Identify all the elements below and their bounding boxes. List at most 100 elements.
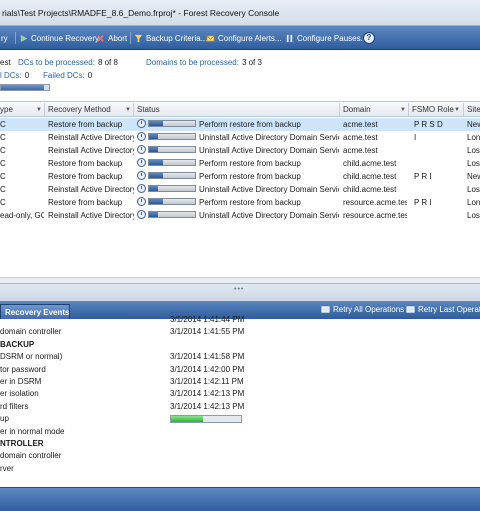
cell-domain: resource.acme.test [343,198,407,207]
abort-icon [97,35,104,42]
event-name: DSRM or normal) [0,352,63,362]
column-domain[interactable]: Domain [343,105,371,114]
row-progress-bar [148,133,196,140]
clock-icon [137,210,146,219]
cell-status: Uninstall Active Directory Domain Servic… [199,146,339,155]
cell-domain: acme.test [343,146,378,155]
event-group-heading: BACKUP [0,339,480,351]
retry-all-button[interactable]: Retry All Operations [321,305,404,314]
pause-icon [286,34,293,43]
clock-icon [137,119,146,128]
table-row[interactable]: C Restore from backup Perform restore from… [0,157,480,170]
event-name: NTROLLER [0,439,44,448]
clock-icon [137,132,146,141]
event-time: 3/1/2014 1:42:13 PM [170,401,245,411]
chevron-down-icon[interactable]: ▼ [400,107,406,113]
table-row[interactable]: C Restore from backup Perform restore from… [0,196,480,209]
retry-all-label: Retry All Operations [333,305,405,314]
cell-type: C [0,198,6,207]
column-divider[interactable] [44,103,45,116]
clock-icon [137,197,146,206]
configure-pauses-button[interactable]: Configure Pauses... [285,32,367,45]
event-progress-fill [171,416,203,423]
chevron-down-icon[interactable]: ▼ [454,107,460,113]
event-item: tor password 3/1/2014 1:42:00 PM [0,364,480,376]
summary-row-2: l DCs: 0 [0,71,29,80]
toolbar-separator [130,32,131,44]
event-name: er in DSRM [0,377,42,386]
splitter-grip-icon[interactable]: ••• [234,286,244,293]
event-item: domain controller [0,450,480,462]
summary-panel: est DCs to be processed: 8 of 8 Domains t… [0,50,480,100]
column-divider[interactable] [463,103,464,116]
row-progress-bar [148,159,196,166]
row-progress-fill [149,173,163,178]
summary-row2-label: l DCs: [0,71,22,80]
event-name: domain controller [0,451,62,461]
column-divider[interactable] [133,103,134,116]
cell-fsmo-role: I [414,133,417,142]
filter-icon [134,34,143,43]
table-row[interactable]: C Restore from backup Perform restore from… [0,170,480,183]
table-row[interactable]: C Reinstall Active Directory Uninstall Act… [0,183,480,196]
chevron-down-icon[interactable]: ▼ [125,107,131,113]
cell-fsmo-role: P R I [414,198,432,207]
column-divider[interactable] [408,103,409,116]
cell-site: Los A [467,185,480,194]
retry-icon [321,306,330,313]
table-row[interactable]: C Reinstall Active Directory Uninstall Act… [0,144,480,157]
backup-criteria-label: Backup Criteria... [146,34,208,43]
chevron-down-icon[interactable]: ▼ [36,107,42,113]
cell-domain: child.acme.test [343,159,397,168]
cell-type: C [0,146,6,155]
column-type[interactable]: ype [0,105,13,114]
event-item: up [0,413,480,425]
column-recovery-method[interactable]: Recovery Method [48,105,111,114]
event-item: er in normal mode [0,426,480,438]
cell-site: Los A [467,159,480,168]
row-progress-fill [149,121,163,126]
dcs-processed-label: DCs to be processed: [18,58,95,67]
retry-icon [406,306,415,313]
dcs-processed-value: 8 of 8 [97,58,118,67]
help-icon[interactable]: ? [363,32,375,44]
event-time: 3/1/2014 1:42:00 PM [170,364,245,374]
grid-header: ype ▼ Recovery Method ▼ Status Domain ▼ … [0,102,480,117]
start-recovery-button[interactable]: ry [1,32,8,45]
cell-site: Los A [467,146,480,155]
status-bar [0,487,480,511]
abort-button[interactable]: Abort [96,32,127,45]
table-row[interactable]: C Reinstall Active Directory Uninstall Act… [0,131,480,144]
cell-type: C [0,120,6,129]
row-progress-fill [149,212,159,217]
row-progress-fill [149,160,163,165]
overall-progress-bar [0,84,50,91]
column-site[interactable]: Site [467,105,480,114]
column-divider[interactable] [339,103,340,116]
event-item: er isolation 3/1/2014 1:42:13 PM [0,388,480,400]
cell-type: C [0,172,6,181]
table-row[interactable]: C Restore from backup Perform restore from… [0,118,480,131]
table-row[interactable]: ead-only, GC Reinstall Active Directory Un… [0,209,480,222]
configure-alerts-button[interactable]: Configure Alerts... [206,32,282,45]
cell-recovery-method: Reinstall Active Directory [48,146,134,155]
row-progress-bar [148,146,196,153]
cell-status: Uninstall Active Directory Domain Servic… [199,211,339,220]
column-fsmo-role[interactable]: FSMO Role [412,105,454,114]
event-name: rd filters [0,401,29,411]
event-name: er isolation [0,389,39,399]
toolbar-separator [15,32,16,44]
cell-type: ead-only, GC [0,211,44,220]
event-time: 3/1/2014 1:41:58 PM [170,352,245,362]
abort-label: Abort [108,34,128,43]
event-name: up [0,414,9,424]
retry-last-button[interactable]: Retry Last Operation [406,305,480,314]
cell-recovery-method: Reinstall Active Directory [48,133,134,142]
continue-recovery-button[interactable]: Continue Recovery [19,32,99,45]
summary-row2-value: 0 [24,71,30,80]
column-status[interactable]: Status [137,105,160,114]
cell-domain: acme.test [343,133,378,142]
pane-splitter[interactable]: ••• [0,283,480,301]
cell-site: Los A [467,211,480,220]
backup-criteria-button[interactable]: Backup Criteria... [134,32,207,45]
